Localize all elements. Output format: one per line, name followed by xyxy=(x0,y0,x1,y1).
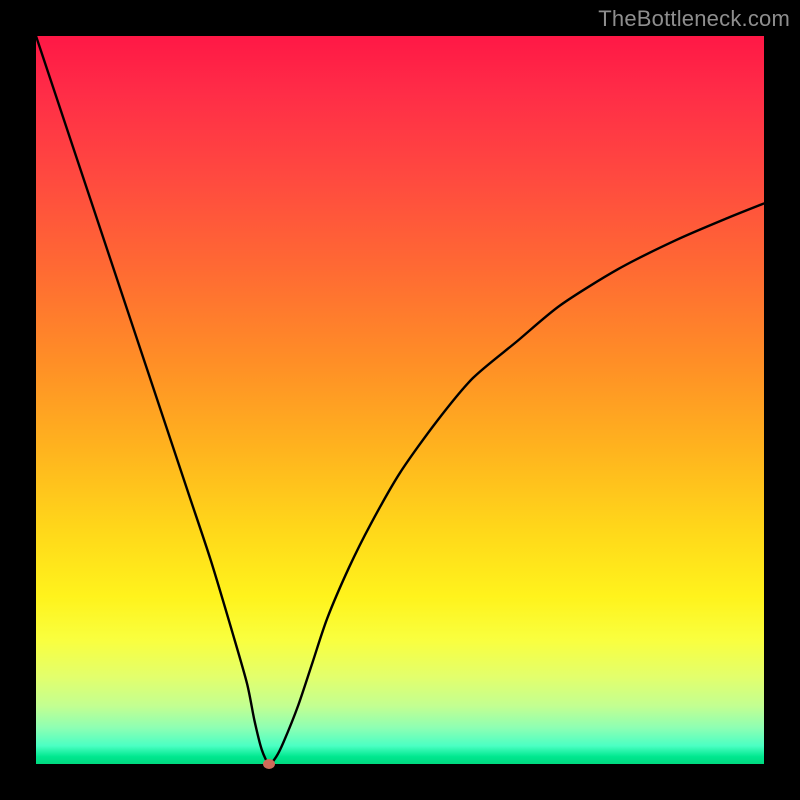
plot-area xyxy=(36,36,764,764)
bottleneck-curve xyxy=(36,36,764,764)
chart-frame: TheBottleneck.com xyxy=(0,0,800,800)
optimum-marker xyxy=(263,759,275,769)
curve-svg xyxy=(36,36,764,764)
watermark-text: TheBottleneck.com xyxy=(598,6,790,32)
